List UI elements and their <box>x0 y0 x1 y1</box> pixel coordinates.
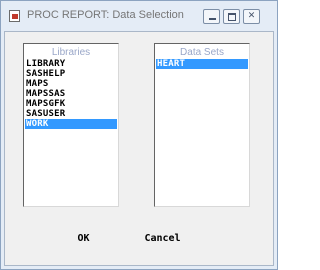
maximize-button[interactable] <box>223 9 240 24</box>
maximize-icon <box>224 10 239 23</box>
libraries-listbox[interactable]: Libraries LIBRARY SASHELP MAPS MAPSSAS M… <box>23 43 119 207</box>
dataset-item-selected[interactable]: HEART <box>156 59 248 69</box>
library-item[interactable]: SASUSER <box>24 109 118 119</box>
minimize-button[interactable] <box>203 9 220 24</box>
libraries-label: Libraries <box>51 47 91 58</box>
close-button[interactable]: ✕ <box>243 9 260 24</box>
library-item[interactable]: MAPS <box>24 79 118 89</box>
datasets-label: Data Sets <box>180 47 224 58</box>
title-bar[interactable]: PROC REPORT: Data Selection ✕ <box>1 1 277 31</box>
library-item[interactable]: MAPSSAS <box>24 89 118 99</box>
cancel-button[interactable]: Cancel <box>140 230 185 249</box>
library-item[interactable]: SASHELP <box>24 69 118 79</box>
minimize-icon <box>204 10 219 23</box>
window-title: PROC REPORT: Data Selection <box>27 9 184 21</box>
library-item[interactable]: MAPSGFK <box>24 99 118 109</box>
dialog-body: Libraries LIBRARY SASHELP MAPS MAPSSAS M… <box>4 31 274 266</box>
library-item-selected[interactable]: WORK <box>25 119 117 129</box>
app-icon[interactable] <box>9 10 20 22</box>
library-item[interactable]: LIBRARY <box>24 59 118 69</box>
datasets-listbox[interactable]: Data Sets HEART <box>154 43 250 207</box>
close-icon: ✕ <box>247 11 256 21</box>
dialog-window: PROC REPORT: Data Selection ✕ Libraries … <box>0 0 278 270</box>
ok-button[interactable]: OK <box>71 230 96 249</box>
